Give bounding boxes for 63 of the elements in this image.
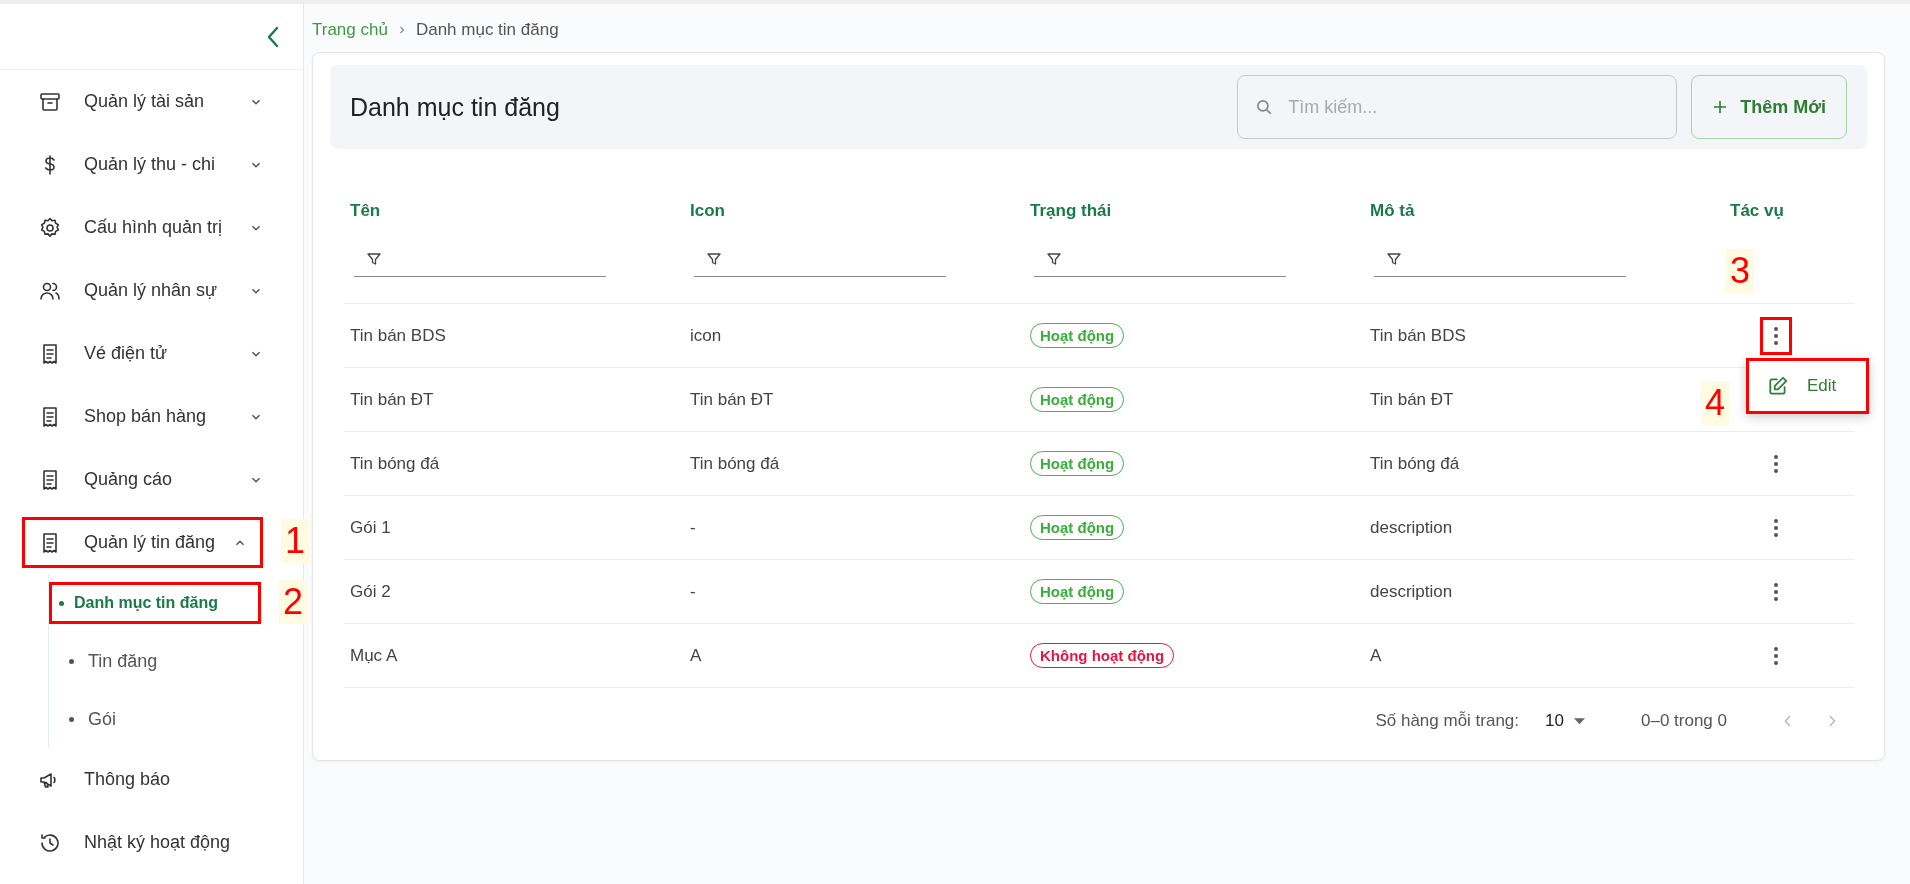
table-cell-text: Tin bán BDS bbox=[349, 325, 447, 346]
page-range: 0–0 trong 0 bbox=[1641, 711, 1727, 731]
sidebar-item[interactable]: Nhật ký hoạt động bbox=[0, 811, 303, 874]
more-icon bbox=[1773, 325, 1779, 346]
edit-icon bbox=[1767, 375, 1789, 397]
more-icon bbox=[1773, 517, 1779, 538]
rows-per-page-select[interactable]: 10 bbox=[1539, 710, 1591, 732]
table-cell-text: A bbox=[1369, 645, 1383, 666]
table-cell-text: Tin bán BDS bbox=[1369, 325, 1467, 346]
filter-icon bbox=[1386, 251, 1402, 267]
chevron-icon bbox=[397, 24, 406, 36]
annotation-number: 4 bbox=[1701, 381, 1730, 425]
table-cell-text: Tin bán ĐT bbox=[689, 389, 775, 410]
annotation-number: 1 bbox=[280, 519, 309, 563]
sidebar-item[interactable]: Cấu hình quản trị bbox=[0, 196, 303, 259]
dropdown-icon bbox=[1574, 717, 1585, 725]
table-cell-text: Mục A bbox=[349, 645, 399, 666]
settings-icon bbox=[38, 215, 62, 240]
page-title: Danh mục tin đăng bbox=[350, 92, 561, 122]
more-icon bbox=[1773, 581, 1779, 602]
annotation-number: 3 bbox=[1726, 249, 1755, 293]
sidebar-item[interactable]: Quản lý thu - chi bbox=[0, 133, 303, 196]
sidebar-item[interactable]: Quảng cáo bbox=[0, 448, 303, 511]
column-header: Icon bbox=[690, 201, 726, 221]
sidebar-item[interactable]: Quản lý tài sản bbox=[0, 70, 303, 133]
search-field[interactable]: Tìm kiếm... bbox=[1237, 75, 1678, 139]
sidebar-item[interactable]: Thông báo bbox=[0, 748, 303, 811]
breadcrumb-current: Danh mục tin đăng bbox=[415, 20, 559, 40]
submenu-item[interactable]: Tin đăng bbox=[49, 632, 303, 690]
search-icon bbox=[1255, 98, 1274, 116]
column-header: Tác vụ bbox=[1730, 201, 1785, 221]
annotation-number: 2 bbox=[278, 580, 307, 624]
column-header: Tên bbox=[350, 201, 382, 221]
table-cell-text: - bbox=[689, 581, 697, 602]
table-cell-text: icon bbox=[689, 325, 723, 346]
more-button[interactable] bbox=[1760, 316, 1792, 355]
filter-icon bbox=[706, 251, 722, 267]
table-cell-text: description bbox=[1369, 517, 1454, 538]
breadcrumb-link[interactable]: Trang chủ bbox=[312, 20, 388, 40]
column-header: Mô tả bbox=[1370, 201, 1416, 221]
table-cell-text: Tin bán ĐT bbox=[349, 389, 435, 410]
filter-icon bbox=[366, 251, 382, 267]
add-button[interactable]: Thêm Mới bbox=[1691, 75, 1847, 139]
table-cell-text: Gói 2 bbox=[349, 581, 392, 602]
submenu-item[interactable]: Gói bbox=[49, 690, 303, 748]
table-cell-text: description bbox=[1369, 581, 1454, 602]
sidebar-item[interactable]: Vé điện tử bbox=[0, 322, 303, 385]
more-icon bbox=[1773, 645, 1779, 666]
table-cell-text: Tin bóng đá bbox=[349, 453, 441, 474]
plus-icon bbox=[1712, 99, 1729, 115]
rows-per-page-label: Số hàng mỗi trang: bbox=[1375, 711, 1520, 731]
table-cell-text: A bbox=[689, 645, 703, 666]
sidebar-item[interactable]: Shop bán hàng bbox=[0, 385, 303, 448]
table-cell-text: Tin bóng đá bbox=[689, 453, 781, 474]
table-cell-text: Tin bóng đá bbox=[1369, 453, 1461, 474]
column-header: Trạng thái bbox=[1030, 201, 1113, 221]
table-cell-text: Tin bán ĐT bbox=[1369, 389, 1455, 410]
sidebar-item[interactable]: Quản lý nhân sự bbox=[0, 259, 303, 322]
more-icon bbox=[1773, 453, 1779, 474]
table-cell-text: Gói 1 bbox=[349, 517, 392, 538]
edit-menu-item[interactable]: Edit bbox=[1755, 367, 1861, 405]
table-cell-text: - bbox=[689, 517, 697, 538]
filter-icon bbox=[1046, 251, 1062, 267]
